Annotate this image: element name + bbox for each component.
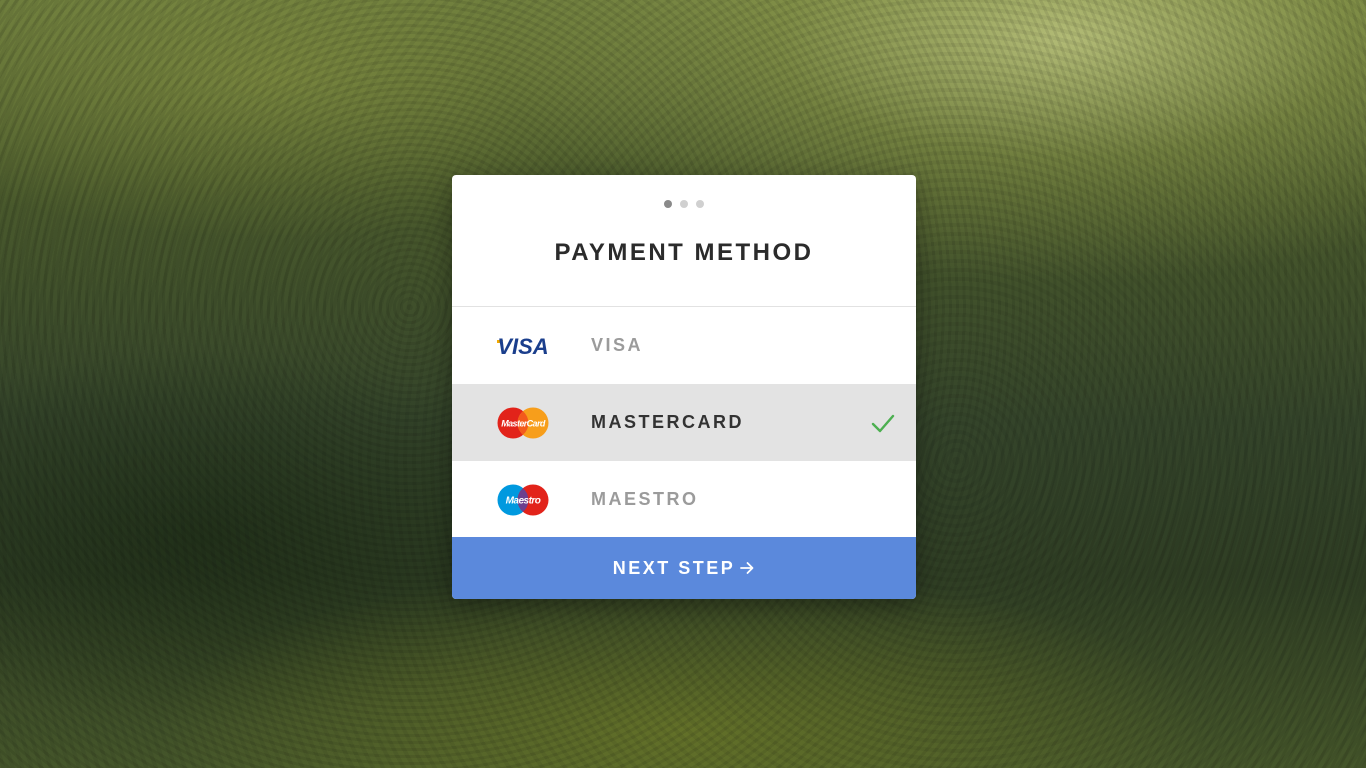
card-header: PAYMENT METHOD [452, 175, 916, 307]
visa-logo: VISA [494, 329, 552, 363]
payment-option-maestro[interactable]: Maestro MAESTRO [452, 461, 916, 538]
step-dot-3 [696, 200, 704, 208]
next-step-label: NEXT STEP [612, 557, 736, 578]
next-step-button[interactable]: NEXT STEP [452, 537, 916, 599]
payment-option-label: MAESTRO [591, 489, 699, 509]
visa-logo-text: VISA [497, 334, 548, 358]
check-icon [871, 414, 895, 432]
payment-option-mastercard[interactable]: MasterCard MASTERCARD [452, 384, 916, 461]
payment-option-visa[interactable]: VISA VISA [452, 307, 916, 384]
maestro-logo-text: Maestro [506, 495, 541, 506]
step-indicator [452, 200, 916, 208]
mastercard-logo: MasterCard [494, 406, 552, 440]
step-dot-1 [664, 200, 672, 208]
payment-option-label: VISA [591, 335, 644, 355]
payment-method-card: PAYMENT METHOD VISA VISA MasterCard MAST… [452, 175, 916, 599]
mastercard-logo-text: MasterCard [501, 418, 546, 428]
maestro-logo: Maestro [494, 483, 552, 517]
page-title: PAYMENT METHOD [554, 239, 814, 266]
step-dot-2 [680, 200, 688, 208]
arrow-right-icon [739, 560, 755, 576]
payment-option-label: MASTERCARD [591, 412, 744, 432]
